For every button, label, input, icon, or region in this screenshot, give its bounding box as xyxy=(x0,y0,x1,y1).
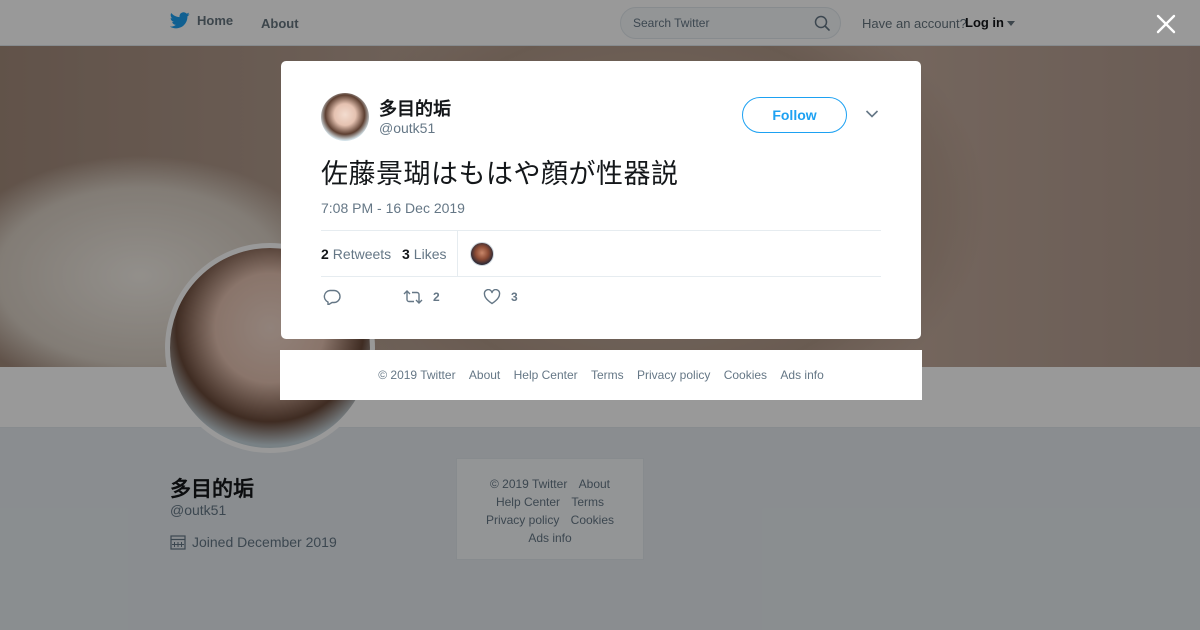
chevron-down-icon[interactable] xyxy=(865,109,879,119)
reply-icon xyxy=(323,289,341,305)
tweet-timestamp[interactable]: 7:08 PM - 16 Dec 2019 xyxy=(321,200,465,216)
retweet-count: 2 xyxy=(433,290,440,304)
stats-divider xyxy=(457,231,458,276)
retweet-button[interactable]: 2 xyxy=(403,289,440,305)
tweet-author-name[interactable]: 多目的垢 xyxy=(379,95,451,121)
tweet-author-handle[interactable]: @outk51 xyxy=(379,120,435,136)
like-button[interactable]: 3 xyxy=(483,289,518,305)
close-icon[interactable] xyxy=(1154,12,1178,36)
tweet-modal: 多目的垢 @outk51 Follow 佐藤景瑚はもはや顔が性器説 7:08 P… xyxy=(281,61,921,339)
modal-footer-help-link[interactable]: Help Center xyxy=(514,368,578,382)
likes-count: 3 xyxy=(402,246,410,262)
tweet-text: 佐藤景瑚はもはや顔が性器説 xyxy=(321,159,679,190)
modal-footer-terms-link[interactable]: Terms xyxy=(591,368,624,382)
heart-icon xyxy=(483,289,501,305)
modal-footer-about-link[interactable]: About xyxy=(469,368,500,382)
like-count: 3 xyxy=(511,290,518,304)
retweets-count: 2 xyxy=(321,246,329,262)
modal-footer: © 2019 Twitter About Help Center Terms P… xyxy=(280,350,922,400)
modal-footer-copyright[interactable]: © 2019 Twitter xyxy=(378,368,455,382)
follow-button[interactable]: Follow xyxy=(742,97,847,133)
tweet-actions: 2 3 xyxy=(321,289,881,313)
modal-footer-privacy-link[interactable]: Privacy policy xyxy=(637,368,710,382)
liker-avatar[interactable] xyxy=(470,242,494,266)
tweet-stats: 2 Retweets 3 Likes xyxy=(321,230,881,277)
retweets-stat[interactable]: 2 Retweets xyxy=(321,246,391,262)
modal-footer-cookies-link[interactable]: Cookies xyxy=(724,368,767,382)
retweets-label: Retweets xyxy=(332,246,392,262)
likes-stat[interactable]: 3 Likes xyxy=(402,246,446,262)
modal-footer-ads-link[interactable]: Ads info xyxy=(780,368,823,382)
reply-button[interactable] xyxy=(323,289,341,305)
likes-label: Likes xyxy=(413,246,447,262)
tweet-author-avatar[interactable] xyxy=(321,93,369,141)
retweet-icon xyxy=(403,290,423,304)
